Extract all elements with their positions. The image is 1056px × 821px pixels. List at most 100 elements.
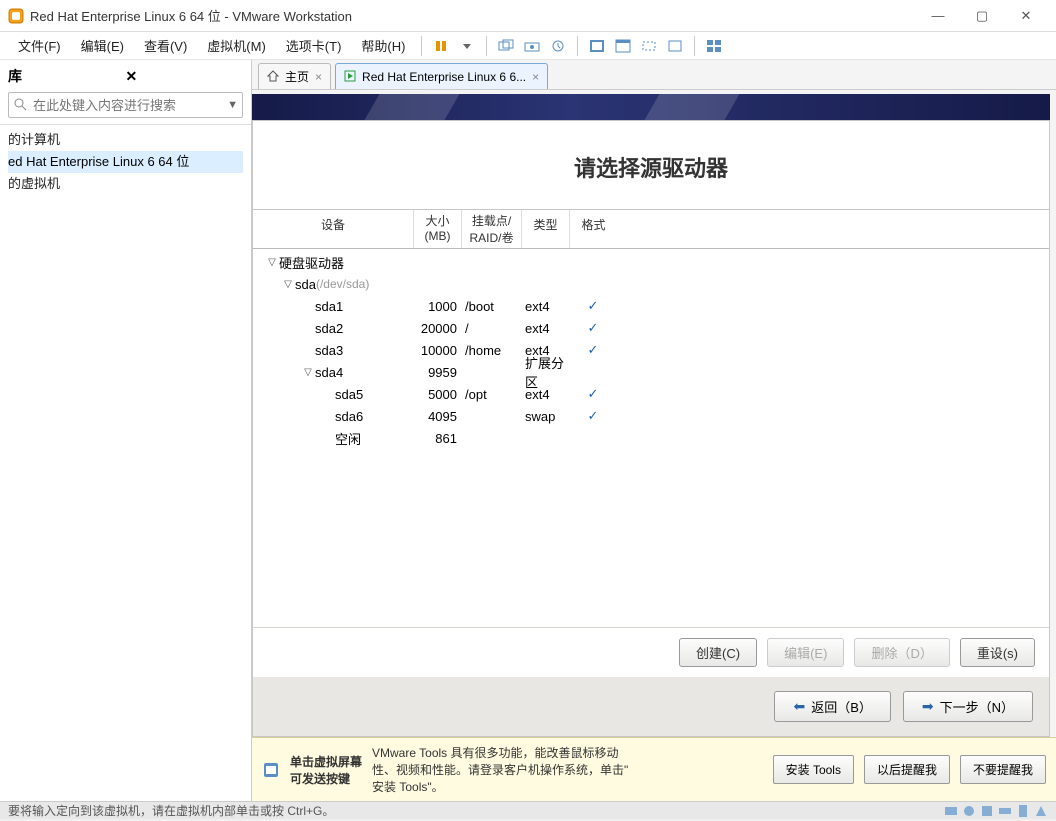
- arrow-left-icon: ⬅: [793, 698, 805, 715]
- hint-text-2: VMware Tools 具有很多功能，能改善鼠标移动 性、视频和性能。请登录客…: [372, 744, 763, 795]
- partition-header: 设备 大小 (MB) 挂载点/ RAID/卷 类型 格式: [253, 210, 1049, 249]
- install-tools-button[interactable]: 安装 Tools: [773, 755, 854, 784]
- tab-home[interactable]: 主页 ×: [258, 63, 331, 89]
- size-cell: 20000: [413, 321, 461, 336]
- library-tree: 的计算机 ed Hat Enterprise Linux 6 64 位 的虚拟机: [0, 124, 251, 801]
- info-icon: [262, 761, 280, 779]
- vmware-tools-hint: 单击虚拟屏幕 可发送按键 VMware Tools 具有很多功能，能改善鼠标移动…: [252, 737, 1056, 801]
- tab-strip: 主页 × Red Hat Enterprise Linux 6 6... ×: [252, 60, 1056, 90]
- status-device-icon[interactable]: [962, 804, 976, 818]
- edit-button: 编辑(E): [767, 638, 844, 667]
- partition-row[interactable]: sda220000/ext4✓: [253, 317, 1049, 339]
- installer-panel: 请选择源驱动器 设备 大小 (MB) 挂载点/ RAID/卷 类型 格式 ▽硬盘…: [252, 120, 1050, 737]
- mount-cell: /boot: [461, 299, 521, 314]
- tab-vm[interactable]: Red Hat Enterprise Linux 6 6... ×: [335, 63, 548, 89]
- snapshot-icon[interactable]: [496, 36, 516, 56]
- close-button[interactable]: ✕: [1004, 1, 1048, 31]
- maximize-button[interactable]: ▢: [960, 1, 1004, 31]
- hdr-format[interactable]: 格式: [569, 210, 617, 248]
- vm-tab-icon: [344, 70, 358, 84]
- size-cell: 10000: [413, 343, 461, 358]
- partition-row[interactable]: ▽sda49959扩展分区: [253, 361, 1049, 383]
- partition-row[interactable]: ▽硬盘驱动器: [253, 251, 1049, 273]
- menu-view[interactable]: 查看(V): [134, 32, 197, 59]
- window-title: Red Hat Enterprise Linux 6 64 位 - VMware…: [30, 6, 916, 25]
- toolbar-dropdown-icon[interactable]: [457, 36, 477, 56]
- tab-vm-label: Red Hat Enterprise Linux 6 6...: [362, 70, 526, 84]
- fullscreen-icon[interactable]: [587, 36, 607, 56]
- status-device-icon[interactable]: [980, 804, 994, 818]
- delete-button: 删除（D）: [854, 638, 949, 667]
- console-icon[interactable]: [665, 36, 685, 56]
- thumbnail-icon[interactable]: [704, 36, 724, 56]
- partition-buttons: 创建(C) 编辑(E) 删除（D） 重设(s): [253, 627, 1049, 677]
- status-device-icon[interactable]: [944, 804, 958, 818]
- type-cell: swap: [521, 409, 569, 424]
- hdr-type[interactable]: 类型: [521, 210, 569, 248]
- library-sidebar: 库 ✕ ▼ 的计算机 ed Hat Enterprise Linux 6 64 …: [0, 60, 252, 801]
- status-device-icon[interactable]: [1034, 804, 1048, 818]
- pause-icon[interactable]: [431, 36, 451, 56]
- device-name: sda2: [315, 321, 343, 336]
- menu-edit[interactable]: 编辑(E): [71, 32, 134, 59]
- tree-my-computer[interactable]: 的计算机: [8, 129, 243, 151]
- partition-row[interactable]: ▽sda (/dev/sda): [253, 273, 1049, 295]
- minimize-button[interactable]: —: [916, 1, 960, 31]
- window-controls: — ▢ ✕: [916, 1, 1048, 31]
- size-cell: 861: [413, 431, 461, 446]
- hdr-size[interactable]: 大小 (MB): [413, 210, 461, 248]
- nav-buttons: ⬅返回（B） ➡下一步（N）: [253, 677, 1049, 736]
- type-cell: ext4: [521, 299, 569, 314]
- menu-vm[interactable]: 虚拟机(M): [197, 32, 276, 59]
- home-icon: [267, 70, 281, 84]
- partition-table: 设备 大小 (MB) 挂载点/ RAID/卷 类型 格式 ▽硬盘驱动器▽sda …: [253, 210, 1049, 627]
- mount-cell: /home: [461, 343, 521, 358]
- menu-file[interactable]: 文件(F): [8, 32, 71, 59]
- unity-icon[interactable]: [613, 36, 633, 56]
- partition-row[interactable]: sda64095swap✓: [253, 405, 1049, 427]
- size-cell: 1000: [413, 299, 461, 314]
- mount-cell: /: [461, 321, 521, 336]
- hdr-mount[interactable]: 挂载点/ RAID/卷: [461, 210, 521, 248]
- format-check-icon: ✓: [569, 386, 617, 402]
- stretch-icon[interactable]: [639, 36, 659, 56]
- next-button[interactable]: ➡下一步（N）: [903, 691, 1033, 722]
- content-area: 主页 × Red Hat Enterprise Linux 6 6... × 请…: [252, 60, 1056, 801]
- disclosure-triangle-icon[interactable]: ▽: [303, 367, 313, 378]
- partition-row[interactable]: sda55000/optext4✓: [253, 383, 1049, 405]
- menu-help[interactable]: 帮助(H): [351, 32, 415, 59]
- back-button[interactable]: ⬅返回（B）: [774, 691, 890, 722]
- partition-row[interactable]: 空闲861: [253, 427, 1049, 449]
- partition-row[interactable]: sda310000/homeext4✓: [253, 339, 1049, 361]
- library-search[interactable]: ▼: [8, 92, 243, 118]
- device-name: sda3: [315, 343, 343, 358]
- status-device-icon[interactable]: [1016, 804, 1030, 818]
- library-search-input[interactable]: [33, 98, 227, 113]
- device-name: sda5: [335, 387, 363, 402]
- never-remind-button[interactable]: 不要提醒我: [960, 755, 1046, 784]
- remind-later-button[interactable]: 以后提醒我: [864, 755, 950, 784]
- menu-tabs[interactable]: 选项卡(T): [276, 32, 352, 59]
- create-button[interactable]: 创建(C): [679, 638, 757, 667]
- tab-close-icon[interactable]: ×: [532, 70, 539, 84]
- size-cell: 5000: [413, 387, 461, 402]
- partition-row[interactable]: sda11000/bootext4✓: [253, 295, 1049, 317]
- device-path: (/dev/sda): [316, 277, 369, 291]
- library-close-icon[interactable]: ✕: [126, 68, 244, 85]
- revert-icon[interactable]: [548, 36, 568, 56]
- status-device-icon[interactable]: [998, 804, 1012, 818]
- disclosure-triangle-icon[interactable]: ▽: [267, 257, 277, 268]
- disclosure-triangle-icon[interactable]: ▽: [283, 279, 293, 290]
- chevron-down-icon[interactable]: ▼: [227, 99, 238, 111]
- reset-button[interactable]: 重设(s): [960, 638, 1035, 667]
- snapshot-manager-icon[interactable]: [522, 36, 542, 56]
- tree-shared-vms[interactable]: 的虚拟机: [8, 173, 243, 195]
- tab-close-icon[interactable]: ×: [315, 70, 322, 84]
- installer-title: 请选择源驱动器: [253, 121, 1049, 210]
- device-name: sda1: [315, 299, 343, 314]
- search-icon: [13, 97, 29, 113]
- size-cell: 9959: [413, 365, 461, 380]
- tree-vm-item[interactable]: ed Hat Enterprise Linux 6 64 位: [8, 151, 243, 173]
- hdr-device[interactable]: 设备: [253, 210, 413, 248]
- vmware-icon: [8, 8, 24, 24]
